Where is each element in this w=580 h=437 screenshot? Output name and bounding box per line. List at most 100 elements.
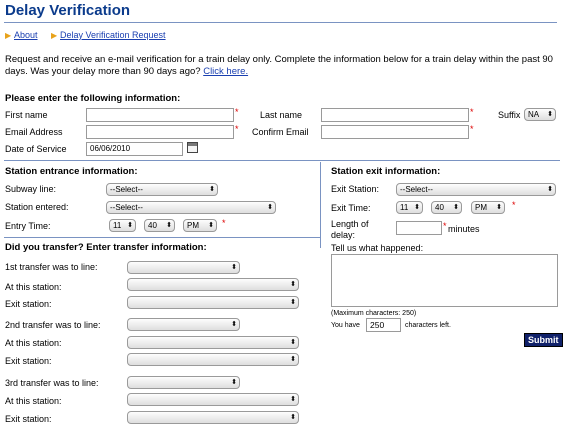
select-arrows-icon: ⬍ (267, 204, 273, 211)
select-arrows-icon: ⬍ (231, 264, 237, 271)
transfer-1-exit-label: Exit station: (5, 299, 52, 309)
suffix-value: NA (528, 110, 540, 119)
entry-ampm-select[interactable]: PM ⬍ (183, 219, 217, 232)
tell-us-label: Tell us what happened: (331, 243, 424, 253)
bullet-icon: ▶ (5, 31, 12, 40)
required-mark: * (470, 107, 474, 117)
subway-line-value: --Select-- (110, 185, 143, 194)
description-textarea[interactable] (331, 254, 558, 307)
entry-ampm-value: PM (187, 221, 199, 230)
select-arrows-icon: ⬍ (208, 222, 214, 229)
entry-time-label: Entry Time: (5, 221, 51, 231)
bullet-icon: ▶ (51, 31, 58, 40)
submit-button[interactable]: Submit (524, 333, 563, 347)
first-name-input[interactable] (86, 108, 234, 122)
select-arrows-icon: ⬍ (231, 321, 237, 328)
transfer-3-station-label: At this station: (5, 396, 62, 406)
exit-heading: Station exit information: (331, 166, 441, 177)
chars-left-label: characters left. (405, 322, 451, 329)
minutes-label: minutes (448, 224, 480, 234)
required-mark: * (222, 218, 226, 228)
intro-body: Request and receive an e-mail verificati… (5, 54, 553, 77)
entrance-heading: Station entrance information: (5, 166, 138, 177)
transfer-2-label: 2nd transfer was to line: (5, 320, 101, 330)
length-of-delay-input[interactable] (396, 221, 442, 235)
select-arrows-icon: ⬍ (290, 356, 296, 363)
exit-hour-select[interactable]: 11 ⬍ (396, 201, 423, 214)
delay-request-link[interactable]: Delay Verification Request (60, 30, 166, 40)
transfer-1-label: 1st transfer was to line: (5, 262, 98, 272)
transfer-1-station-label: At this station: (5, 282, 62, 292)
entry-minute-select[interactable]: 40 ⬍ (144, 219, 175, 232)
about-link[interactable]: About (14, 30, 38, 40)
transfer-heading: Did you transfer? Enter transfer informa… (5, 242, 207, 253)
exit-ampm-value: PM (475, 203, 487, 212)
station-entered-select[interactable]: --Select-- ⬍ (106, 201, 276, 214)
length-label-line1: Length of (331, 219, 369, 229)
select-arrows-icon: ⬍ (290, 281, 296, 288)
transfer-3-exit-select[interactable]: ⬍ (127, 411, 299, 424)
confirm-email-input[interactable] (321, 125, 469, 139)
select-arrows-icon: ⬍ (290, 339, 296, 346)
exit-minute-value: 40 (435, 203, 444, 212)
length-of-delay-label: Length of delay: (331, 219, 369, 241)
transfer-3-exit-label: Exit station: (5, 414, 52, 424)
transfer-1-exit-select[interactable]: ⬍ (127, 296, 299, 309)
transfer-1-line-select[interactable]: ⬍ (127, 261, 240, 274)
transfer-2-station-select[interactable]: ⬍ (127, 336, 299, 349)
select-arrows-icon: ⬍ (209, 186, 215, 193)
transfer-3-label: 3rd transfer was to line: (5, 378, 99, 388)
select-arrows-icon: ⬍ (166, 222, 172, 229)
select-arrows-icon: ⬍ (290, 299, 296, 306)
transfer-2-line-select[interactable]: ⬍ (127, 318, 240, 331)
date-input[interactable]: 06/06/2010 (86, 142, 183, 156)
suffix-select[interactable]: NA ⬍ (524, 108, 556, 121)
section-divider (4, 160, 560, 161)
required-mark: * (512, 200, 516, 210)
transfer-3-station-select[interactable]: ⬍ (127, 393, 299, 406)
last-name-label: Last name (260, 110, 303, 120)
email-input[interactable] (86, 125, 234, 139)
calendar-icon[interactable] (187, 142, 198, 153)
suffix-label: Suffix (498, 110, 521, 120)
intro-text: Request and receive an e-mail verificati… (5, 54, 560, 78)
length-label-line2: delay: (331, 230, 356, 240)
exit-station-select[interactable]: --Select-- ⬍ (396, 183, 556, 196)
select-arrows-icon: ⬍ (127, 222, 133, 229)
entry-minute-value: 40 (148, 221, 157, 230)
select-arrows-icon: ⬍ (290, 396, 296, 403)
last-name-input[interactable] (321, 108, 469, 122)
transfer-2-exit-select[interactable]: ⬍ (127, 353, 299, 366)
select-arrows-icon: ⬍ (290, 414, 296, 421)
email-label: Email Address (5, 127, 63, 137)
chars-left-field: 250 (366, 318, 401, 332)
entry-hour-select[interactable]: 11 ⬍ (109, 219, 136, 232)
station-entered-value: --Select-- (110, 203, 143, 212)
select-arrows-icon: ⬍ (547, 186, 553, 193)
title-divider (4, 22, 557, 23)
select-arrows-icon: ⬍ (496, 204, 502, 211)
transfer-2-exit-label: Exit station: (5, 356, 52, 366)
click-here-link[interactable]: Click here. (203, 66, 248, 77)
column-divider (320, 162, 321, 248)
exit-station-label: Exit Station: (331, 184, 380, 194)
info-heading: Please enter the following information: (5, 93, 181, 104)
transfer-1-station-select[interactable]: ⬍ (127, 278, 299, 291)
exit-ampm-select[interactable]: PM ⬍ (471, 201, 505, 214)
exit-hour-value: 11 (400, 203, 409, 212)
station-entered-label: Station entered: (5, 202, 69, 212)
date-of-service-label: Date of Service (5, 144, 67, 154)
select-arrows-icon: ⬍ (547, 111, 553, 118)
confirm-email-label: Confirm Email (252, 127, 309, 137)
subway-line-select[interactable]: --Select-- ⬍ (106, 183, 218, 196)
exit-time-label: Exit Time: (331, 203, 371, 213)
exit-minute-select[interactable]: 40 ⬍ (431, 201, 462, 214)
entry-hour-value: 11 (113, 221, 122, 230)
you-have-label: You have (331, 322, 360, 329)
required-mark: * (235, 107, 239, 117)
transfer-2-station-label: At this station: (5, 338, 62, 348)
transfer-3-line-select[interactable]: ⬍ (127, 376, 240, 389)
page-title: Delay Verification (5, 2, 131, 19)
select-arrows-icon: ⬍ (414, 204, 420, 211)
required-mark: * (235, 124, 239, 134)
